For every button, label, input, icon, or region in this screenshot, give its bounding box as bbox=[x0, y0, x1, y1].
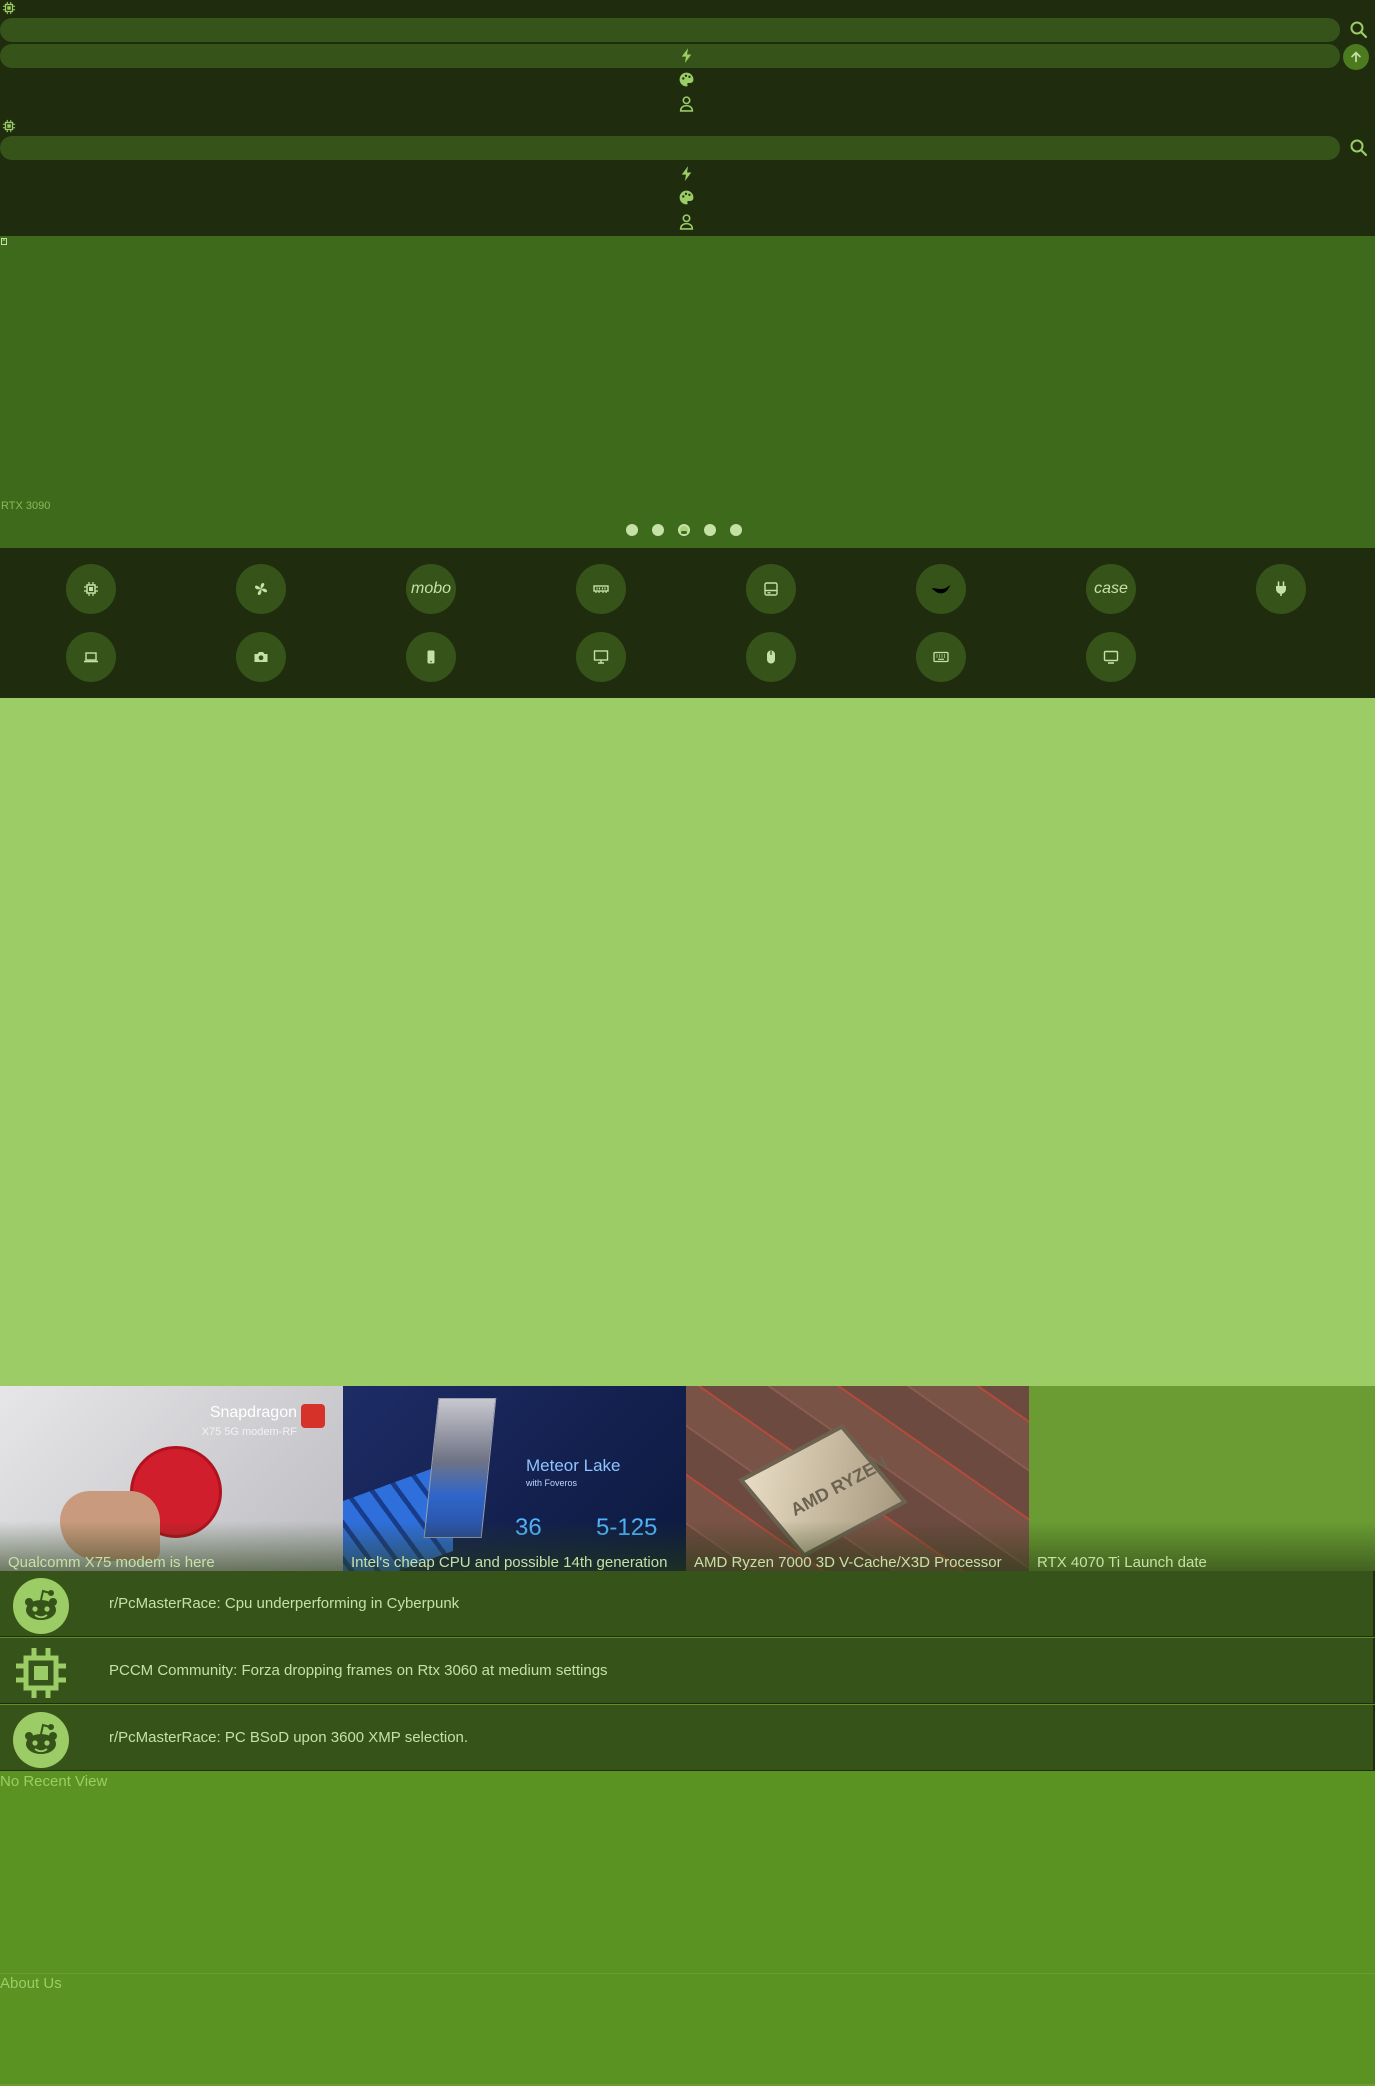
sticky-navbar bbox=[0, 118, 1375, 236]
news-card[interactable]: AMD RYZEN AMD Ryzen 7000 3D V-Cache/X3D … bbox=[686, 1386, 1029, 1571]
category-keyboard-button[interactable] bbox=[916, 632, 966, 682]
forum-post-title: PCCM Community: Forza dropping frames on… bbox=[109, 1662, 608, 1679]
search-input[interactable] bbox=[0, 136, 1340, 160]
hero-caption: RTX 3090 bbox=[1, 500, 51, 512]
category-phone-button[interactable] bbox=[406, 632, 456, 682]
news-title: RTX 4070 Ti Launch date bbox=[1037, 1554, 1207, 1571]
chip-logo-icon[interactable] bbox=[2, 119, 16, 133]
carousel-dot[interactable] bbox=[730, 524, 742, 536]
forum-post-title: r/PcMasterRace: PC BSoD upon 3600 XMP se… bbox=[109, 1729, 469, 1746]
category-label: mobo bbox=[410, 580, 452, 597]
category-psu-button[interactable] bbox=[1256, 564, 1306, 614]
category-case-button[interactable]: case bbox=[1086, 564, 1136, 614]
carousel-indicators bbox=[626, 524, 742, 536]
camera-icon bbox=[254, 652, 268, 662]
top-navbar bbox=[0, 0, 1375, 118]
news-title: AMD Ryzen 7000 3D V-Cache/X3D Processor bbox=[694, 1554, 1002, 1571]
chip-logo-icon[interactable] bbox=[2, 1, 16, 15]
forum-post[interactable]: r/PcMasterRace: PC BSoD upon 3600 XMP se… bbox=[0, 1705, 1375, 1771]
carousel-dot[interactable] bbox=[704, 524, 716, 536]
snapdragon-logo bbox=[301, 1404, 325, 1428]
category-laptop-button[interactable] bbox=[66, 632, 116, 682]
scroll-to-top-button[interactable] bbox=[1343, 44, 1369, 70]
news-image-text: Snapdragon bbox=[209, 1404, 297, 1421]
news-title: Intel's cheap CPU and possible 14th gene… bbox=[351, 1554, 668, 1571]
palette-icon[interactable] bbox=[678, 71, 695, 88]
news-image-subtext: with Foveros bbox=[526, 1478, 578, 1488]
drive-icon bbox=[764, 582, 778, 596]
category-motherboard-button[interactable]: mobo bbox=[406, 564, 456, 614]
bolt-icon[interactable] bbox=[678, 165, 695, 182]
chip-stack bbox=[423, 1398, 497, 1538]
search-input[interactable] bbox=[0, 18, 1340, 42]
search-icon[interactable] bbox=[1349, 20, 1369, 40]
category-storage-button[interactable] bbox=[746, 564, 796, 614]
news-image-subtext: X75 5G modem-RF bbox=[201, 1426, 297, 1438]
search-icon[interactable] bbox=[1349, 138, 1369, 158]
category-memory-button[interactable] bbox=[576, 564, 626, 614]
news-strip: Snapdragon X75 5G modem-RF Qualcomm X75 … bbox=[0, 1386, 1375, 1571]
forum-post[interactable]: r/PcMasterRace: Cpu underperforming in C… bbox=[0, 1571, 1375, 1637]
recent-view-empty: No Recent View bbox=[0, 1773, 108, 1790]
category-bar: mobo case bbox=[0, 548, 1375, 698]
reddit-icon bbox=[13, 1712, 69, 1768]
about-us-link[interactable]: About Us bbox=[0, 1975, 62, 1992]
mouse-icon bbox=[767, 650, 775, 664]
category-cooler-button[interactable] bbox=[236, 564, 286, 614]
news-title: Qualcomm X75 modem is here bbox=[8, 1554, 215, 1571]
palette-icon[interactable] bbox=[678, 189, 695, 206]
category-desktop-button[interactable] bbox=[576, 632, 626, 682]
content-panel bbox=[0, 698, 1375, 1386]
chip-icon bbox=[13, 1645, 69, 1701]
laptop-icon bbox=[84, 652, 98, 663]
category-monitor-button[interactable] bbox=[1086, 632, 1136, 682]
bolt-icon[interactable] bbox=[678, 47, 695, 64]
fan-icon bbox=[255, 583, 267, 595]
news-card[interactable]: Snapdragon X75 5G modem-RF Qualcomm X75 … bbox=[0, 1386, 343, 1571]
news-card[interactable]: RTX 4070 Ti Launch date bbox=[1029, 1386, 1375, 1571]
gpu-icon bbox=[931, 584, 951, 594]
category-cpu-button[interactable] bbox=[66, 564, 116, 614]
hero-carousel[interactable]: × RTX 3090 bbox=[0, 236, 1375, 548]
category-label: case bbox=[1094, 580, 1128, 597]
secondary-search-bar[interactable] bbox=[0, 44, 1340, 68]
desktop-icon bbox=[593, 650, 609, 664]
user-icon[interactable] bbox=[678, 95, 695, 112]
monitor-icon bbox=[1103, 650, 1119, 664]
news-image-text: Meteor Lake bbox=[526, 1456, 621, 1475]
ram-icon bbox=[593, 585, 609, 593]
forum-post-title: r/PcMasterRace: Cpu underperforming in C… bbox=[109, 1595, 460, 1612]
news-card[interactable]: Meteor Lake with Foveros 36 5-125 Intel'… bbox=[343, 1386, 686, 1571]
carousel-dot[interactable] bbox=[626, 524, 638, 536]
keyboard-icon bbox=[933, 651, 949, 663]
phone-icon bbox=[427, 650, 435, 664]
carousel-dot[interactable] bbox=[652, 524, 664, 536]
arrow-up-icon bbox=[1351, 51, 1361, 63]
reddit-icon bbox=[13, 1578, 69, 1634]
plug-icon bbox=[1276, 581, 1286, 596]
footer-divider bbox=[0, 1973, 1375, 1974]
carousel-dot-active[interactable] bbox=[678, 524, 690, 536]
broken-image-icon: × bbox=[1, 238, 7, 245]
chip-icon bbox=[84, 582, 98, 596]
category-mouse-button[interactable] bbox=[746, 632, 796, 682]
forum-post[interactable]: PCCM Community: Forza dropping frames on… bbox=[0, 1638, 1375, 1704]
category-gpu-button[interactable] bbox=[916, 564, 966, 614]
user-icon[interactable] bbox=[678, 213, 695, 230]
category-camera-button[interactable] bbox=[236, 632, 286, 682]
